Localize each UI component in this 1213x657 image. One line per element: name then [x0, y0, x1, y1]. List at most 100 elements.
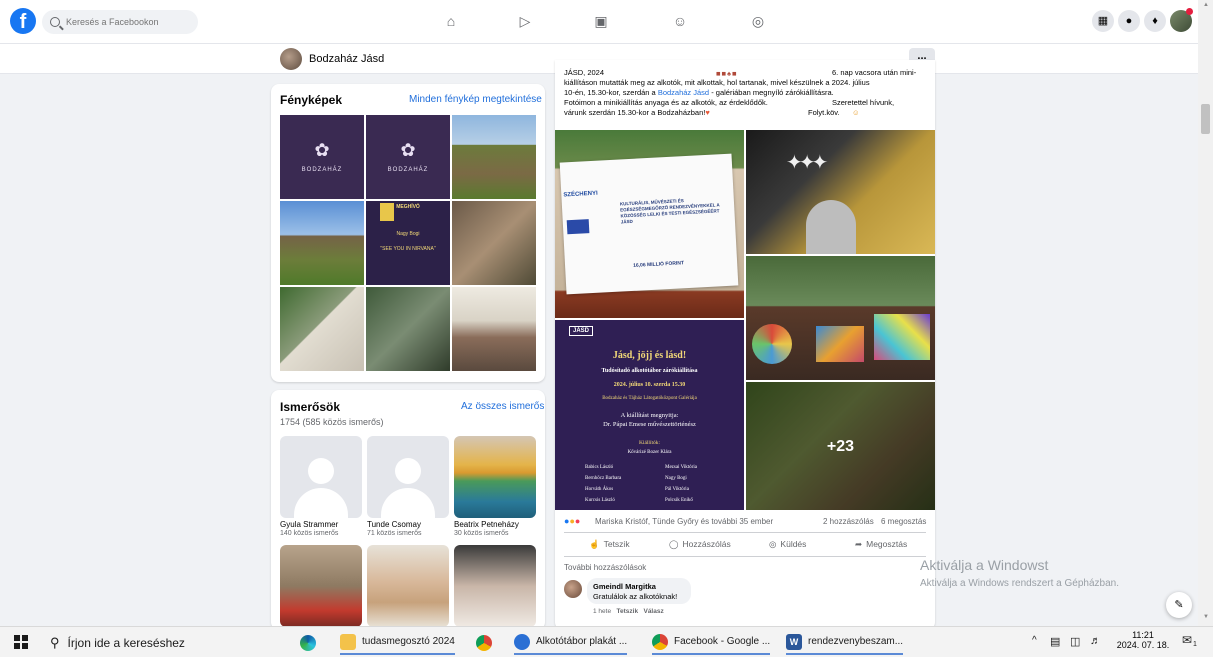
photo-thumbnail[interactable]: ✿ BODZAHÁZ	[280, 115, 364, 199]
windows-start-icon[interactable]	[14, 635, 28, 649]
friend-photo[interactable]	[454, 545, 536, 627]
taskbar-chrome-button[interactable]	[476, 630, 498, 655]
photo-logo-text: BODZAHÁZ	[301, 167, 343, 174]
comment-button[interactable]: ◯ Hozzászólás	[669, 539, 731, 550]
friend-photo[interactable]	[367, 545, 449, 627]
friend-photo[interactable]	[367, 436, 449, 518]
profile-name[interactable]: Bodzaház Jásd	[309, 53, 384, 65]
start-icon-pane	[14, 643, 20, 649]
home-icon[interactable]: ⌂	[442, 12, 460, 30]
reactions-summary[interactable]: Mariska Kristóf, Tünde Győry és további …	[595, 517, 773, 526]
network-icon[interactable]: ◫	[1070, 635, 1080, 648]
post-card: JÁSD, 2024 ■■♠■ 6. nap vacsora után mini…	[555, 60, 935, 630]
painting	[874, 314, 930, 360]
comment-author[interactable]: Gmeindl Margitka	[593, 582, 656, 591]
default-avatar-body	[294, 488, 348, 518]
share-button[interactable]: ➦ Megosztás	[855, 539, 907, 550]
comments-count[interactable]: 2 hozzászólás	[823, 517, 874, 526]
see-all-photos-link[interactable]: Minden fénykép megtekintése	[409, 94, 542, 105]
groups-icon[interactable]: ☺	[671, 12, 689, 30]
facebook-search-input[interactable]	[66, 17, 186, 27]
sign-title: KULTURÁLIS, MŰVÉSZETI ÉS EGÉSZSÉGMEGŐRZŐ…	[619, 198, 720, 225]
photo-thumbnail[interactable]	[452, 115, 536, 199]
page-mention-link[interactable]: Bodzaház Jásd	[658, 88, 709, 97]
video-icon[interactable]: ▷	[516, 12, 534, 30]
search-icon	[50, 17, 60, 27]
artwork-face	[806, 200, 856, 254]
facebook-search-box[interactable]	[42, 10, 198, 34]
comment-like-link[interactable]: Tetszik	[617, 608, 639, 615]
comment-reply-link[interactable]: Válasz	[643, 608, 663, 615]
friend-photo[interactable]	[280, 545, 362, 627]
photo-thumbnail[interactable]: MEGHÍVÓ Nagy Bogi "SEE YOU IN NIRVANA"	[366, 201, 450, 285]
post-text-segment: JÁSD, 2024	[564, 68, 605, 77]
friend-photo[interactable]	[454, 436, 536, 518]
comment-time: 1 hete	[593, 608, 612, 615]
new-message-icon[interactable]: ✎	[1166, 592, 1192, 618]
post-text-segment: Fotóimon a minikiállítás anyaga és az al…	[564, 98, 768, 107]
taskbar-item-facebook[interactable]: Facebook - Google ...	[652, 630, 771, 655]
tray-chevron-up-icon[interactable]: ^	[1032, 635, 1037, 646]
paper-cranes-icon: ✦✦✦	[786, 152, 828, 174]
poster-exhibitor: Mezsai Viktória	[665, 465, 697, 470]
profile-avatar-small[interactable]	[280, 48, 302, 70]
facebook-logo[interactable]: f	[10, 8, 36, 34]
post-photo-sign[interactable]: SZÉCHENYI KULTURÁLIS, MŰVÉSZETI ÉS EGÉSZ…	[555, 130, 744, 318]
post-text-line: Fotóimon a minikiállítás anyaga és az al…	[564, 98, 929, 108]
post-photo-more[interactable]: +23	[746, 382, 935, 510]
see-all-friends-link[interactable]: Az összes ismerős	[461, 401, 544, 412]
painting	[816, 326, 864, 362]
notification-center-icon[interactable]: ✉	[1182, 633, 1200, 651]
send-button[interactable]: ◎ Küldés	[769, 539, 806, 550]
friend-name[interactable]: Gyula Strammer	[280, 520, 338, 529]
invite-title: MEGHÍVÓ	[396, 204, 420, 210]
gaming-icon[interactable]: ◎	[749, 12, 767, 30]
friend-name[interactable]: Tunde Csomay	[367, 520, 421, 529]
photo-logo-text: BODZAHÁZ	[387, 167, 429, 174]
taskbar-item-poster[interactable]: Alkotótábor plakát ...	[514, 630, 628, 655]
photo-thumbnail[interactable]	[452, 287, 536, 371]
tray-app-icon[interactable]: ▤	[1050, 635, 1060, 648]
thumbs-up-icon: ☝	[589, 539, 600, 549]
page-scrollbar[interactable]: ▲ ▼	[1198, 0, 1213, 626]
post-photo-poster[interactable]: JÁSD Jásd, jöjj és lásd! Tudósítadó alko…	[555, 320, 744, 510]
taskbar-item-label: tudasmegosztó 2024	[362, 636, 455, 647]
shares-count[interactable]: 6 megosztás	[881, 517, 926, 526]
photo-thumbnail[interactable]	[280, 287, 364, 371]
scrollbar-thumb[interactable]	[1201, 104, 1210, 134]
poster-exhibitor: Bernhöcz Barbara	[585, 476, 622, 481]
photo-thumbnail[interactable]	[452, 201, 536, 285]
more-photos-count[interactable]: +23	[746, 438, 935, 456]
photo-thumbnail[interactable]	[280, 201, 364, 285]
marketplace-icon[interactable]: ▣	[592, 12, 610, 30]
photo-thumbnail[interactable]	[366, 287, 450, 371]
round-painting	[752, 324, 792, 364]
friend-mutual-count: 140 közös ismerős	[280, 530, 339, 537]
scroll-down-icon[interactable]: ▼	[1203, 614, 1209, 620]
commenter-avatar[interactable]	[564, 580, 582, 598]
reaction-icons[interactable]: ●●●	[564, 516, 580, 526]
messenger-icon[interactable]: ●	[1118, 10, 1140, 32]
taskbar-search-box[interactable]: ⚲ Írjon ide a kereséshez	[44, 627, 284, 657]
taskbar-item-word[interactable]: Wrendezvenybeszam...	[786, 630, 904, 655]
post-photo-paintings[interactable]	[746, 256, 935, 380]
like-button[interactable]: ☝ Tetszik	[589, 539, 630, 550]
taskbar-edge-button[interactable]	[300, 630, 322, 655]
menu-grid-icon[interactable]: ▦	[1092, 10, 1114, 32]
photo-thumbnail[interactable]: ✿ BODZAHÁZ	[366, 115, 450, 199]
comment-text: Gratulálok az alkotóknak!	[593, 592, 678, 601]
default-avatar-body	[381, 488, 435, 518]
poster-exhibitor: Horváth Ákos	[585, 487, 614, 492]
notifications-icon[interactable]: ♦	[1144, 10, 1166, 32]
invite-line: Nagy Bogi	[396, 231, 420, 237]
friend-photo[interactable]	[280, 436, 362, 518]
scroll-up-icon[interactable]: ▲	[1203, 2, 1209, 8]
taskbar-clock[interactable]: 11:21 2024. 07. 18.	[1112, 630, 1174, 650]
volume-icon[interactable]: ♬	[1090, 635, 1101, 647]
friend-name[interactable]: Beatrix Petneházy	[454, 520, 519, 529]
more-comments-link[interactable]: További hozzászólások	[564, 563, 646, 572]
post-text-segment: várunk szerdán 15.30-kor a Bodzaházban!	[564, 108, 706, 117]
post-photo-artwork[interactable]: ✦✦✦	[746, 130, 935, 254]
taskbar-item-folder[interactable]: tudasmegosztó 2024	[340, 630, 455, 655]
heart-eyes-emoji-icon: ♥	[705, 108, 710, 117]
